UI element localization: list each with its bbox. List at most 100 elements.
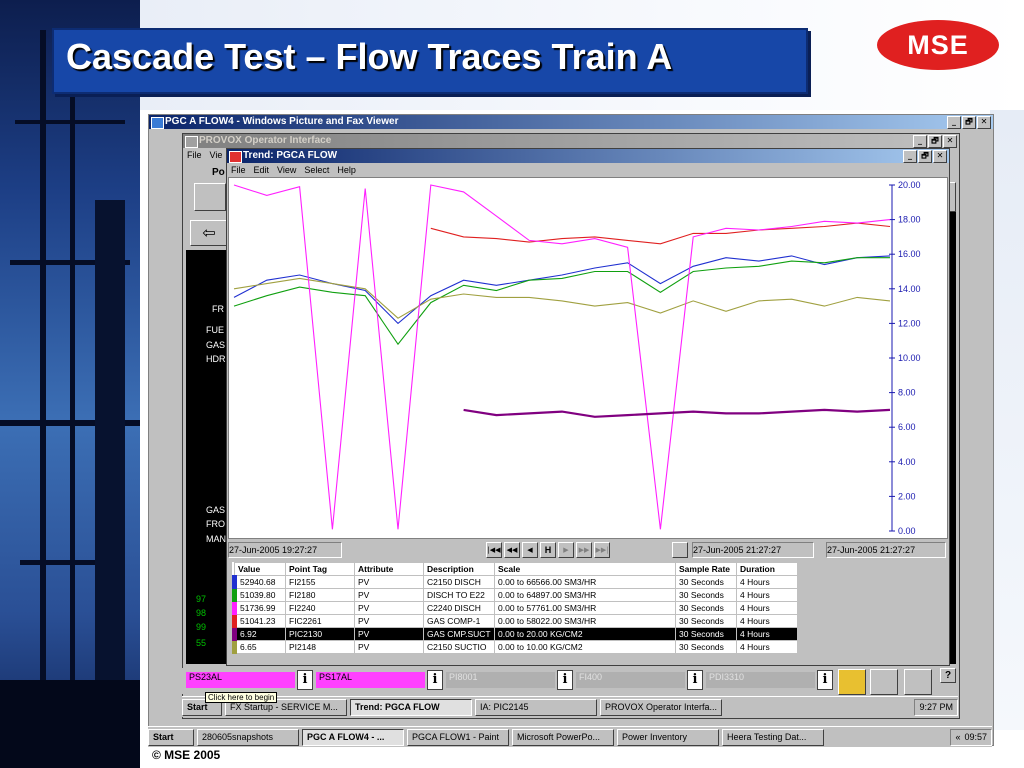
description-cell: C2240 DISCH xyxy=(423,601,495,615)
oil-rig-photo xyxy=(0,0,140,768)
close-button[interactable]: ✕ xyxy=(977,116,991,129)
outer-start-button[interactable]: Start xyxy=(148,728,194,746)
provox-close-button[interactable]: ✕ xyxy=(943,135,957,148)
info-button-5[interactable]: i xyxy=(817,670,833,690)
outer-task-power-inventory[interactable]: Power Inventory xyxy=(617,728,719,746)
y-tick-label: 10.00 xyxy=(898,353,921,363)
series-line-5 xyxy=(233,184,891,530)
table-row[interactable]: 6.92 PIC2130 PV GAS CMP.SUCT 0.00 to 20.00 K… xyxy=(232,627,798,641)
trend-menu-view[interactable]: View xyxy=(277,163,296,177)
trend-close-button[interactable]: ✕ xyxy=(933,150,947,163)
nav-forward-button[interactable]: ▶ xyxy=(558,542,574,558)
point-tag-ps17al[interactable]: PS17AL xyxy=(316,672,425,688)
minimize-button[interactable]: _ xyxy=(947,116,961,129)
silence-horn-icon[interactable] xyxy=(870,669,898,695)
inner-task-trend[interactable]: Trend: PGCA FLOW xyxy=(350,698,472,716)
side-number-55: 55 xyxy=(196,638,207,648)
trend-minimize-button[interactable]: _ xyxy=(903,150,917,163)
col-point-tag: Point Tag xyxy=(285,562,355,576)
table-row[interactable]: 52940.68 FI2155 PV C2150 DISCH 0.00 to 66566… xyxy=(232,575,798,589)
provox-minimize-button[interactable]: _ xyxy=(913,135,927,148)
table-header-row: Value Point Tag Attribute Description Sc… xyxy=(234,562,798,576)
viewer-titlebar[interactable]: PGC A FLOW4 - Windows Picture and Fax Vi… xyxy=(149,115,993,129)
value-cell: 51041.23 xyxy=(232,614,286,628)
help-button[interactable]: ? xyxy=(940,668,956,683)
inner-task-provox[interactable]: PROVOX Operator Interfa... xyxy=(600,698,722,716)
outer-task-pgc-flow4[interactable]: PGC A FLOW4 - ... xyxy=(302,728,404,746)
trend-menu-help[interactable]: Help xyxy=(337,163,356,177)
side-label-fue: FUE xyxy=(206,325,224,335)
trend-titlebar[interactable]: Trend: PGCA FLOW _ 🗗 ✕ xyxy=(227,149,949,163)
alarm-bell-icon[interactable] xyxy=(838,669,866,695)
sample-rate-cell: 30 Seconds xyxy=(675,640,737,654)
attribute-cell: PV xyxy=(354,575,424,589)
time-end-field: 27-Jun-2005 21:27:27 xyxy=(826,542,946,558)
sample-rate-cell: 30 Seconds xyxy=(675,601,737,615)
point-tag-ps23al[interactable]: PS23AL xyxy=(186,672,295,688)
outer-task-paint[interactable]: PGCA FLOW1 - Paint xyxy=(407,728,509,746)
info-button-3[interactable]: i xyxy=(557,670,573,690)
col-sample-rate: Sample Rate xyxy=(675,562,737,576)
description-cell: C2150 SUCTIO xyxy=(423,640,495,654)
duration-cell: 4 Hours xyxy=(736,627,798,641)
sample-rate-cell: 30 Seconds xyxy=(675,588,737,602)
mse-logo: MSE xyxy=(877,20,999,70)
value-cell: 51039.80 xyxy=(232,588,286,602)
series-line-6 xyxy=(463,408,891,418)
tag-cell: FI2180 xyxy=(285,588,355,602)
col-scale: Scale xyxy=(494,562,676,576)
picture-icon xyxy=(151,117,164,129)
scale-cell: 0.00 to 66566.00 SM3/HR xyxy=(494,575,676,589)
nav-first-button[interactable]: |◀◀ xyxy=(486,542,502,558)
side-label-man: MAN xyxy=(206,534,226,544)
outer-task-powerpoint[interactable]: Microsoft PowerPo... xyxy=(512,728,614,746)
y-tick-label: 0.00 xyxy=(898,526,916,536)
table-row[interactable]: 51041.23 FIC2261 PV GAS COMP-1 0.00 to 58022… xyxy=(232,614,798,628)
point-tag-pi8001[interactable]: PI8001 xyxy=(446,672,555,688)
tray-expand-icon[interactable]: « xyxy=(955,730,960,745)
point-tag-pdi3310[interactable]: PDI3310 xyxy=(706,672,815,688)
sample-rate-cell: 30 Seconds xyxy=(675,627,737,641)
point-tag-fi400[interactable]: FI400 xyxy=(576,672,685,688)
info-button-1[interactable]: i xyxy=(297,670,313,690)
series-line-1 xyxy=(233,255,891,325)
trend-menu-file[interactable]: File xyxy=(231,163,246,177)
trend-menu-edit[interactable]: Edit xyxy=(254,163,270,177)
table-row[interactable]: 51736.99 FI2240 PV C2240 DISCH 0.00 to 57761… xyxy=(232,601,798,615)
trend-menu-select[interactable]: Select xyxy=(304,163,329,177)
slide-title: Cascade Test – Flow Traces Train A xyxy=(66,36,673,77)
info-button-4[interactable]: i xyxy=(687,670,703,690)
provox-titlebar[interactable]: PROVOX Operator Interface _ 🗗 ✕ xyxy=(183,134,959,148)
nav-back-button[interactable]: ◀ xyxy=(522,542,538,558)
provox-icon xyxy=(185,136,198,148)
trend-restore-button[interactable]: 🗗 xyxy=(918,150,932,163)
time-cursor-field: 27-Jun-2005 21:27:27 xyxy=(692,542,814,558)
provox-tab-fragment[interactable]: Po xyxy=(212,167,225,178)
nav-hold-button[interactable]: H xyxy=(540,542,556,558)
y-tick-label: 8.00 xyxy=(898,388,916,398)
duration-cell: 4 Hours xyxy=(736,588,798,602)
nav-last-button[interactable]: ▶▶| xyxy=(594,542,610,558)
table-row[interactable]: 51039.80 FI2180 PV DISCH TO E22 0.00 to 6489… xyxy=(232,588,798,602)
time-nav-group: |◀◀ ◀◀ ◀ H ▶ ▶▶ ▶▶| xyxy=(486,542,610,558)
nav-fast-forward-button[interactable]: ▶▶ xyxy=(576,542,592,558)
provox-restore-button[interactable]: 🗗 xyxy=(928,135,942,148)
series-line-3 xyxy=(233,277,891,319)
table-row[interactable]: 6.65 PI2148 PV C2150 SUCTIO 0.00 to 10.00 KG… xyxy=(232,640,798,654)
nav-fast-back-button[interactable]: ◀◀ xyxy=(504,542,520,558)
description-cell: GAS CMP.SUCT xyxy=(423,627,495,641)
inner-task-ia-pic2145[interactable]: IA: PIC2145 xyxy=(475,698,597,716)
cursor-home-icon[interactable] xyxy=(672,542,688,558)
printer-icon[interactable] xyxy=(194,183,226,211)
scale-cell: 0.00 to 57761.00 SM3/HR xyxy=(494,601,676,615)
acknowledge-icon[interactable] xyxy=(904,669,932,695)
info-button-2[interactable]: i xyxy=(427,670,443,690)
col-attribute: Attribute xyxy=(354,562,424,576)
restore-button[interactable]: 🗗 xyxy=(962,116,976,129)
outer-task-heera-testing[interactable]: Heera Testing Dat... xyxy=(722,728,824,746)
back-arrow-icon[interactable]: ⇦ xyxy=(190,220,228,246)
provox-menu-file[interactable]: File xyxy=(187,148,202,162)
outer-task-snapshots[interactable]: 280605snapshots xyxy=(197,728,299,746)
attribute-cell: PV xyxy=(354,614,424,628)
provox-menu-view[interactable]: Vie xyxy=(210,148,223,162)
